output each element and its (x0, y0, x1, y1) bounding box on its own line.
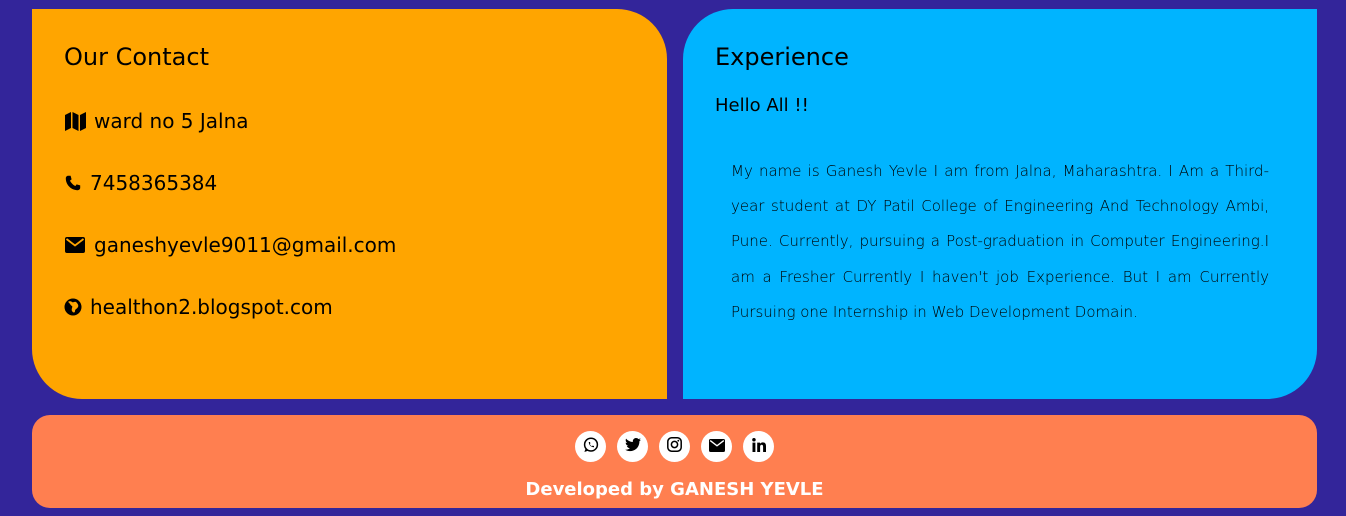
contact-address: ward no 5 Jalna (64, 107, 635, 135)
envelope-icon (708, 437, 725, 456)
linkedin-link[interactable] (743, 431, 774, 462)
contact-phone-text: 7458365384 (90, 171, 218, 195)
experience-body: My name is Ganesh Yevle I am from Jalna,… (731, 162, 1269, 321)
contact-website-text: healthon2.blogspot.com (90, 295, 333, 319)
experience-title: Experience (715, 43, 849, 71)
experience-card: Experience Hello All !! My name is Ganes… (683, 9, 1317, 399)
contact-card: Our Contact ward no 5 Jalna 7458365384 g… (32, 9, 667, 399)
whatsapp-icon (583, 436, 599, 457)
developer-credit: Developed by GANESH YEVLE (525, 479, 824, 500)
twitter-icon (624, 437, 641, 456)
phone-icon (64, 172, 82, 194)
contact-list: ward no 5 Jalna 7458365384 ganeshyevle90… (64, 107, 635, 321)
linkedin-icon (751, 437, 766, 456)
experience-greeting: Hello All !! (715, 95, 809, 116)
email-link[interactable] (701, 431, 732, 462)
instagram-link[interactable] (659, 431, 690, 462)
contact-email: ganeshyevle9011@gmail.com (64, 231, 635, 259)
globe-icon (64, 296, 82, 318)
instagram-icon (667, 437, 682, 456)
footer: Developed by GANESH YEVLE (32, 415, 1317, 508)
map-icon (64, 110, 86, 132)
contact-email-text: ganeshyevle9011@gmail.com (94, 233, 397, 257)
social-links (32, 431, 1317, 462)
contact-website: healthon2.blogspot.com (64, 293, 635, 321)
contact-title: Our Contact (64, 43, 209, 71)
twitter-link[interactable] (617, 431, 648, 462)
envelope-icon (64, 234, 86, 256)
contact-address-text: ward no 5 Jalna (94, 109, 249, 133)
whatsapp-link[interactable] (575, 431, 606, 462)
contact-phone: 7458365384 (64, 169, 635, 197)
